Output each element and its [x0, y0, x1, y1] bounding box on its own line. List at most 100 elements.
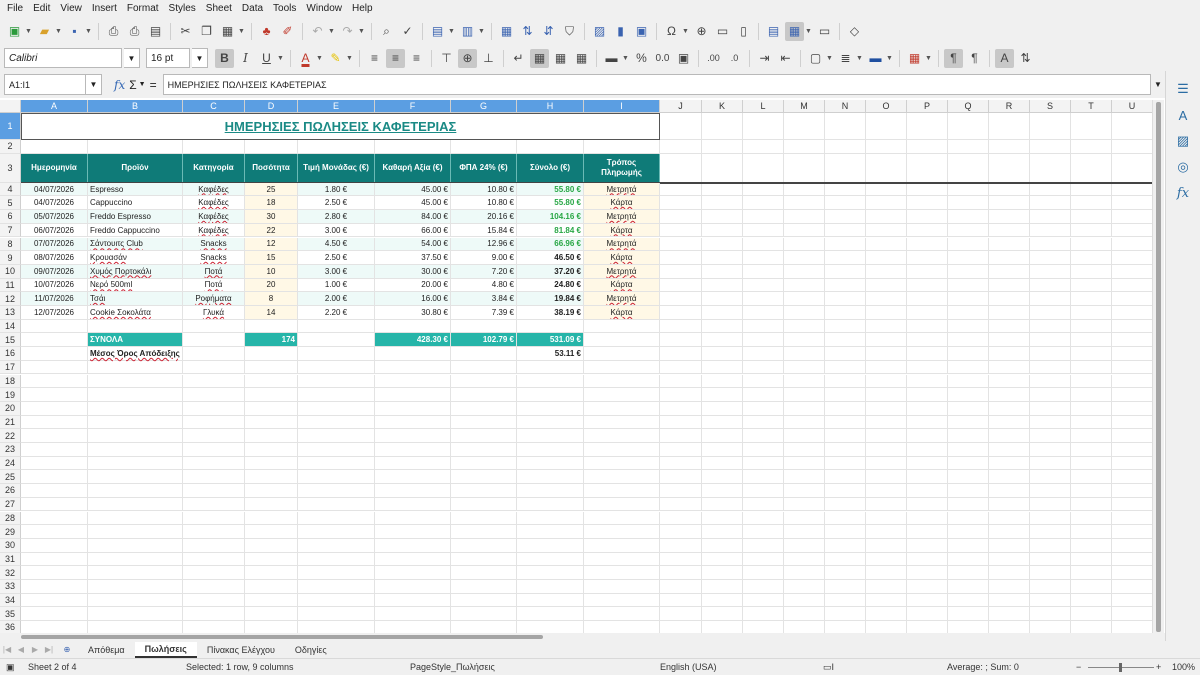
table-cell[interactable]: 30.00 €	[375, 264, 451, 279]
empty-cell[interactable]	[660, 374, 702, 389]
empty-cell[interactable]	[1071, 360, 1112, 375]
column-header[interactable]: N	[825, 100, 866, 113]
empty-cell[interactable]	[948, 484, 989, 498]
sheet-tab-inventory[interactable]: Απόθεμα	[78, 642, 135, 658]
currency-format-icon[interactable]: ▬	[602, 49, 621, 68]
column-header[interactable]: C	[183, 100, 245, 113]
empty-cell[interactable]	[784, 415, 825, 430]
empty-cell[interactable]	[989, 360, 1030, 375]
align-middle-icon[interactable]: ⊕	[458, 48, 477, 68]
empty-cell[interactable]	[907, 292, 948, 306]
empty-cell[interactable]	[21, 593, 88, 608]
empty-cell[interactable]	[21, 333, 88, 348]
table-cell[interactable]: 45.00 €	[375, 182, 451, 197]
totals-label[interactable]: ΣΥΝΟΛΑ	[88, 333, 183, 348]
spreadsheet-grid[interactable]: ΗΜΕΡΗΣΙΕΣ ΠΩΛΗΣΕΙΣ ΚΑΦΕΤΕΡΙΑΣ Ημερομηνία Π…	[21, 113, 1152, 635]
empty-cell[interactable]	[1112, 525, 1152, 539]
empty-cell[interactable]	[743, 278, 784, 293]
empty-cell[interactable]	[825, 347, 866, 361]
save-icon[interactable]: ▪	[65, 22, 84, 41]
empty-cell[interactable]	[660, 264, 702, 279]
empty-cell[interactable]	[1071, 593, 1112, 608]
empty-cell[interactable]	[298, 388, 375, 402]
empty-cell[interactable]	[1071, 607, 1112, 622]
row-header[interactable]: 4	[0, 182, 21, 197]
table-cell[interactable]: 11/07/2026	[21, 292, 88, 306]
empty-cell[interactable]	[517, 443, 584, 457]
table-cell[interactable]: 08/07/2026	[21, 251, 88, 265]
empty-cell[interactable]	[948, 470, 989, 485]
table-cell[interactable]: 06/07/2026	[21, 223, 88, 238]
empty-cell[interactable]	[451, 607, 517, 622]
empty-cell[interactable]	[1071, 456, 1112, 471]
table-cell[interactable]: 10.80 €	[451, 182, 517, 197]
empty-cell[interactable]	[88, 607, 183, 622]
empty-cell[interactable]	[907, 306, 948, 320]
empty-cell[interactable]	[1030, 360, 1071, 375]
empty-cell[interactable]	[517, 552, 584, 567]
empty-cell[interactable]	[1071, 538, 1112, 553]
row-header[interactable]: 2	[0, 140, 21, 154]
empty-cell[interactable]	[866, 593, 907, 608]
table-cell[interactable]: 04/07/2026	[21, 182, 88, 197]
empty-cell[interactable]	[88, 580, 183, 594]
sheet-tab-instructions[interactable]: Οδηγίες	[285, 642, 337, 658]
table-cell[interactable]: 55.80 €	[517, 182, 584, 197]
table-cell[interactable]: Γλυκά	[183, 306, 245, 320]
expand-formula-icon[interactable]: ▼	[1151, 80, 1165, 89]
menu-window[interactable]: Window	[301, 0, 347, 17]
empty-cell[interactable]	[907, 415, 948, 430]
empty-cell[interactable]	[743, 210, 784, 224]
empty-cell[interactable]	[866, 388, 907, 402]
empty-cell[interactable]	[866, 140, 907, 154]
empty-cell[interactable]	[743, 223, 784, 238]
empty-cell[interactable]	[989, 210, 1030, 224]
empty-cell[interactable]	[451, 429, 517, 443]
text-ltr-icon[interactable]: ¶	[944, 48, 963, 68]
empty-cell[interactable]	[907, 497, 948, 512]
empty-cell[interactable]	[660, 456, 702, 471]
page-style[interactable]: PageStyle_Πωλήσεις	[410, 662, 495, 672]
table-cell[interactable]: 4.50 €	[298, 237, 375, 252]
empty-cell[interactable]	[948, 264, 989, 279]
empty-cell[interactable]	[1030, 593, 1071, 608]
empty-cell[interactable]	[989, 113, 1030, 140]
table-cell[interactable]: Ποτά	[183, 278, 245, 293]
table-cell[interactable]: Κάρτα	[584, 196, 660, 211]
empty-cell[interactable]	[1112, 512, 1152, 526]
empty-cell[interactable]	[784, 566, 825, 580]
empty-cell[interactable]	[298, 566, 375, 580]
last-sheet-icon[interactable]: ▶|	[42, 643, 56, 656]
empty-cell[interactable]	[825, 511, 866, 526]
empty-cell[interactable]	[866, 306, 907, 320]
decrease-indent-icon[interactable]: ⇤	[776, 49, 795, 68]
table-cell[interactable]: Ποτά	[183, 264, 245, 279]
table-cell[interactable]: 15.84 €	[451, 223, 517, 238]
empty-cell[interactable]	[702, 607, 743, 622]
empty-cell[interactable]	[1112, 113, 1152, 140]
empty-cell[interactable]	[584, 511, 660, 526]
empty-cell[interactable]	[245, 360, 298, 375]
empty-cell[interactable]	[451, 511, 517, 526]
empty-cell[interactable]	[183, 456, 245, 471]
empty-cell[interactable]	[825, 401, 866, 416]
empty-cell[interactable]	[989, 251, 1030, 265]
conditional-format-icon[interactable]: ▦	[905, 49, 924, 68]
empty-cell[interactable]	[784, 251, 825, 265]
empty-cell[interactable]	[907, 470, 948, 485]
paste-dropdown-icon[interactable]: ▼	[237, 22, 246, 41]
empty-cell[interactable]	[784, 182, 825, 197]
empty-cell[interactable]	[784, 443, 825, 457]
empty-cell[interactable]	[989, 264, 1030, 279]
empty-cell[interactable]	[183, 374, 245, 389]
table-cell[interactable]: Κάρτα	[584, 223, 660, 238]
undo-icon[interactable]: ↶	[308, 22, 327, 41]
empty-cell[interactable]	[584, 429, 660, 443]
empty-cell[interactable]	[743, 470, 784, 485]
empty-cell[interactable]	[989, 223, 1030, 238]
empty-cell[interactable]	[88, 566, 183, 580]
empty-cell[interactable]	[702, 443, 743, 457]
empty-cell[interactable]	[866, 113, 907, 140]
empty-cell[interactable]	[584, 374, 660, 389]
column-title-cell[interactable]: Ποσότητα	[245, 153, 298, 183]
